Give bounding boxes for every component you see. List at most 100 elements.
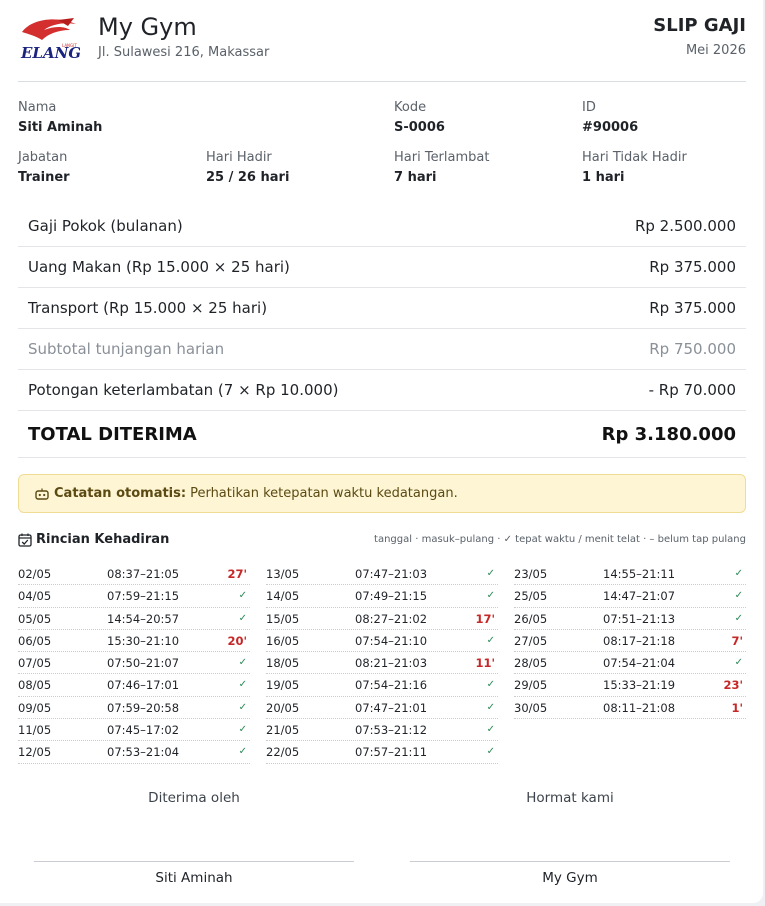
signature-issuer: Hormat kami My Gym bbox=[410, 790, 730, 886]
signature-label: Diterima oleh bbox=[148, 790, 240, 806]
amount-value: Rp 375.000 bbox=[649, 299, 736, 317]
employee-info: Nama Siti Aminah Kode S-0006 ID #90006 J… bbox=[18, 100, 746, 200]
auto-note: Catatan otomatis: Perhatikan ketepatan w… bbox=[18, 474, 746, 513]
attendance-date: 02/05 bbox=[18, 567, 52, 581]
attendance-row: 19/05 07:54–21:16 ✓ bbox=[266, 674, 498, 697]
amount-label: Potongan keterlambatan (7 × Rp 10.000) bbox=[28, 381, 339, 399]
on-time-check-icon: ✓ bbox=[486, 568, 495, 579]
attendance-row: 29/05 15:33–21:19 23' bbox=[514, 674, 746, 697]
attendance-time: 07:47–21:01 bbox=[355, 700, 428, 715]
signature-label: Hormat kami bbox=[526, 790, 614, 806]
amount-label: Transport (Rp 15.000 × 25 hari) bbox=[28, 299, 268, 317]
info-value: 7 hari bbox=[394, 170, 437, 185]
attendance-time: 07:59–21:15 bbox=[107, 589, 180, 604]
info-value: 25 / 26 hari bbox=[206, 170, 290, 185]
attendance-row: 18/05 08:21–21:03 11' bbox=[266, 652, 498, 675]
attendance-date: 29/05 bbox=[514, 678, 548, 693]
attendance-date: 16/05 bbox=[266, 633, 300, 648]
attendance-date: 21/05 bbox=[266, 723, 300, 738]
signature-name: Siti Aminah bbox=[155, 870, 233, 886]
info-id: ID #90006 bbox=[582, 100, 762, 135]
company-address: Jl. Sulawesi 216, Makassar bbox=[98, 45, 270, 60]
attendance-row: 26/05 07:51–21:13 ✓ bbox=[514, 608, 746, 630]
attendance-column: 02/05 08:37–21:05 27' 04/05 07:59–21:15 ✓ 05/0… bbox=[18, 563, 250, 764]
info-value: Siti Aminah bbox=[18, 120, 103, 135]
attendance-row: 05/05 14:54–20:57 ✓ bbox=[18, 608, 250, 630]
attendance-row: 06/05 15:30–21:10 20' bbox=[18, 630, 250, 653]
info-label: Hari Hadir bbox=[206, 150, 272, 165]
attendance-row: 11/05 07:45–17:02 ✓ bbox=[18, 719, 250, 742]
on-time-check-icon: ✓ bbox=[734, 612, 743, 624]
on-time-check-icon: ✓ bbox=[734, 657, 743, 669]
amount-row-meal: Uang Makan (Rp 15.000 × 25 hari) Rp 375.… bbox=[18, 247, 746, 288]
attendance-time: 07:57–21:11 bbox=[355, 745, 428, 760]
on-time-check-icon: ✓ bbox=[486, 679, 495, 691]
on-time-check-icon: ✓ bbox=[734, 590, 743, 602]
attendance-row: 16/05 07:54–21:10 ✓ bbox=[266, 630, 498, 653]
info-value: 1 hari bbox=[582, 170, 625, 185]
note-text: Perhatikan ketepatan waktu kedatangan. bbox=[190, 486, 458, 501]
attendance-time: 08:27–21:02 bbox=[355, 611, 428, 626]
slip-period: Mei 2026 bbox=[685, 43, 746, 58]
attendance-row: 27/05 08:17–21:18 7' bbox=[514, 630, 746, 653]
attendance-time: 07:50–21:07 bbox=[107, 656, 180, 671]
attendance-date: 18/05 bbox=[266, 656, 300, 671]
attendance-time: 07:54–21:16 bbox=[355, 678, 428, 693]
total-row: TOTAL DITERIMA Rp 3.180.000 bbox=[18, 411, 746, 458]
on-time-check-icon: ✓ bbox=[486, 634, 495, 646]
late-minutes: 23' bbox=[723, 678, 743, 693]
info-label: Jabatan bbox=[18, 150, 68, 165]
on-time-check-icon: ✓ bbox=[486, 746, 495, 758]
calendar-check-icon bbox=[18, 533, 32, 547]
late-minutes: 7' bbox=[731, 633, 743, 648]
signature-line bbox=[410, 861, 730, 862]
attendance-row: 20/05 07:47–21:01 ✓ bbox=[266, 697, 498, 720]
attendance-time: 07:54–21:04 bbox=[603, 656, 676, 671]
late-minutes: 17' bbox=[475, 611, 495, 626]
amount-value: Rp 750.000 bbox=[649, 340, 736, 358]
on-time-check-icon: ✓ bbox=[238, 657, 247, 669]
late-minutes: 27' bbox=[227, 567, 247, 581]
attendance-row: 25/05 14:47–21:07 ✓ bbox=[514, 585, 746, 608]
attendance-legend: tanggal · masuk–pulang · ✓ tepat waktu /… bbox=[374, 534, 746, 545]
attendance-row: 15/05 08:27–21:02 17' bbox=[266, 608, 498, 630]
attendance-time: 08:37–21:05 bbox=[107, 567, 180, 581]
on-time-check-icon: ✓ bbox=[486, 724, 495, 736]
attendance-time: 07:53–21:04 bbox=[107, 745, 180, 760]
attendance-date: 13/05 bbox=[266, 567, 300, 581]
on-time-check-icon: ✓ bbox=[734, 568, 743, 579]
attendance-time: 08:11–21:08 bbox=[603, 700, 676, 715]
payslip-content: LANGIT ELANG My Gym Jl. Sulawesi 216, Ma… bbox=[18, 0, 746, 886]
attendance-date: 12/05 bbox=[18, 745, 52, 760]
info-label: Hari Terlambat bbox=[394, 150, 490, 165]
info-value: Trainer bbox=[18, 170, 70, 185]
info-absent: Hari Tidak Hadir 1 hari bbox=[582, 150, 762, 185]
attendance-row: 22/05 07:57–21:11 ✓ bbox=[266, 741, 498, 764]
robot-icon bbox=[35, 488, 49, 500]
attendance-date: 19/05 bbox=[266, 678, 300, 693]
info-value: #90006 bbox=[582, 120, 639, 135]
attendance-date: 07/05 bbox=[18, 656, 52, 671]
info-label: Kode bbox=[394, 100, 427, 115]
attendance-date: 25/05 bbox=[514, 589, 548, 604]
company-logo: LANGIT ELANG bbox=[20, 18, 80, 62]
on-time-check-icon: ✓ bbox=[238, 679, 247, 691]
attendance-date: 28/05 bbox=[514, 656, 548, 671]
on-time-check-icon: ✓ bbox=[238, 746, 247, 758]
slip-title: SLIP GAJI bbox=[653, 15, 746, 36]
late-minutes: 20' bbox=[227, 633, 247, 648]
on-time-check-icon: ✓ bbox=[486, 701, 495, 713]
on-time-check-icon: ✓ bbox=[238, 724, 247, 736]
attendance-row: 02/05 08:37–21:05 27' bbox=[18, 563, 250, 586]
on-time-check-icon: ✓ bbox=[238, 612, 247, 624]
attendance-date: 26/05 bbox=[514, 611, 548, 626]
attendance-time: 15:33–21:19 bbox=[603, 678, 676, 693]
attendance-row: 09/05 07:59–20:58 ✓ bbox=[18, 697, 250, 720]
attendance-time: 08:17–21:18 bbox=[603, 633, 676, 648]
late-minutes: 1' bbox=[731, 700, 743, 715]
attendance-date: 23/05 bbox=[514, 567, 548, 581]
company-name: My Gym bbox=[98, 13, 197, 41]
attendance-row: 28/05 07:54–21:04 ✓ bbox=[514, 652, 746, 675]
attendance-row: 14/05 07:49–21:15 ✓ bbox=[266, 585, 498, 608]
attendance-date: 09/05 bbox=[18, 700, 52, 715]
